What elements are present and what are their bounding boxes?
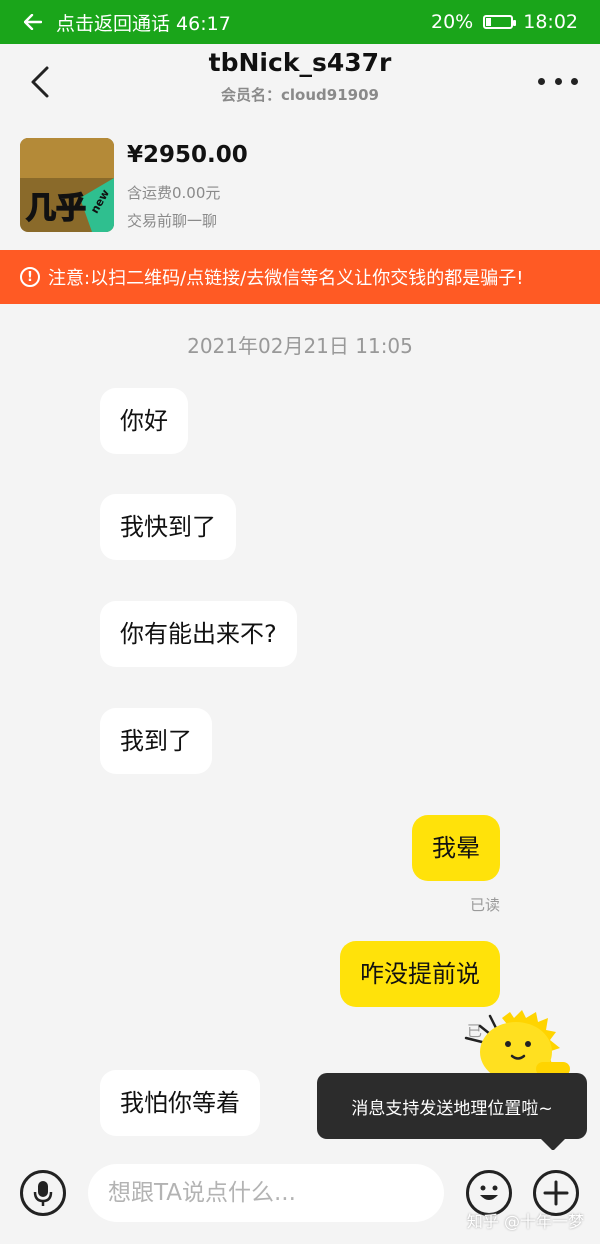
tooltip-text: 消息支持发送地理位置啦~ [351, 1098, 553, 1119]
warning-text: 注意:以扫二维码/点链接/去微信等名义让你交钱的都是骗子! [48, 268, 524, 289]
chat-before-trade: 交易前聊一聊 [127, 212, 218, 230]
product-price: ¥2950.00 [127, 142, 248, 168]
return-call-text[interactable]: 点击返回通话 46:17 [56, 9, 231, 36]
message-bubble-received[interactable]: 你好 [100, 388, 188, 454]
status-bar: 点击返回通话 46:17 20% 18:02 [0, 0, 600, 44]
message-bubble-received[interactable]: 你有能出来不? [100, 601, 297, 667]
contact-name: tbNick_s437r [208, 48, 392, 77]
chat-timestamp: 2021年02月21日 11:05 [187, 334, 413, 358]
clock: 18:02 [523, 11, 578, 33]
location-tooltip[interactable]: 消息支持发送地理位置啦~ [317, 1073, 587, 1151]
message-bubble-sent[interactable]: 我晕 [412, 815, 500, 881]
product-thumbnail[interactable]: 几乎 new [20, 138, 114, 232]
message-bubble-received[interactable]: 我快到了 [100, 494, 236, 560]
more-dots-icon[interactable] [538, 66, 578, 96]
thumb-text: 几乎 [26, 191, 86, 226]
product-card[interactable]: 几乎 new ¥2950.00 含运费0.00元 交易前聊一聊 [0, 122, 600, 250]
battery-percent: 20% [431, 11, 474, 33]
alert-icon: ! [20, 267, 40, 287]
back-arrow-icon[interactable] [24, 14, 46, 30]
microphone-icon[interactable] [20, 1170, 66, 1216]
watermark: 知乎 @十年一梦 [466, 1212, 584, 1231]
shipping-fee: 含运费0.00元 [127, 184, 221, 202]
chat-header: tbNick_s437r 会员名：cloud91909 [0, 44, 600, 120]
input-placeholder: 想跟TA说点什么... [108, 1180, 296, 1206]
message-input[interactable]: 想跟TA说点什么... [88, 1164, 444, 1222]
read-status: 已读 [469, 896, 500, 914]
message-bubble-received[interactable]: 我到了 [100, 708, 212, 774]
battery-icon [483, 15, 517, 29]
message-bubble-received[interactable]: 我怕你等着 [100, 1070, 260, 1136]
message-bubble-sent[interactable]: 咋没提前说 [340, 941, 500, 1007]
member-name: 会员名：cloud91909 [221, 86, 379, 104]
fraud-warning-banner: ! 注意:以扫二维码/点链接/去微信等名义让你交钱的都是骗子! [0, 250, 600, 304]
